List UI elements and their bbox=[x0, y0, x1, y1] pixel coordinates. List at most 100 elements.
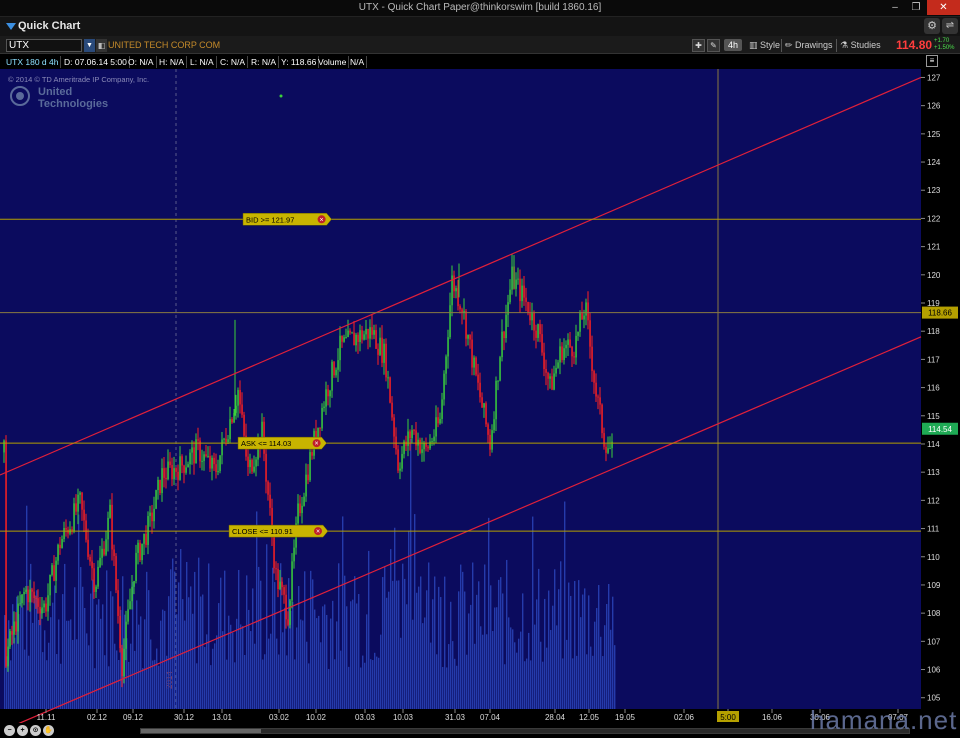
drawings-icon: ✏ bbox=[785, 40, 796, 50]
volume-bar bbox=[456, 665, 458, 709]
volume-bar bbox=[508, 617, 510, 709]
scrollbar-thumb[interactable] bbox=[141, 729, 261, 733]
volume-bar bbox=[98, 599, 100, 709]
candle-body bbox=[35, 598, 37, 600]
candle-body bbox=[509, 289, 511, 303]
volume-bar bbox=[234, 662, 236, 709]
price-chart[interactable]: 2014 118.66 114.54 BID >= 121.97 × ASK <= 11… bbox=[0, 69, 960, 738]
symbol-input[interactable]: UTX bbox=[6, 39, 82, 52]
cancel-order-glyph: × bbox=[315, 441, 319, 448]
gear-icon[interactable]: ⚙ bbox=[924, 18, 940, 34]
candle-body bbox=[117, 590, 119, 616]
change-percent: +1.50% bbox=[934, 45, 955, 51]
drawings-label: Drawings bbox=[795, 40, 833, 50]
timeframe-badge[interactable]: 4h bbox=[724, 39, 742, 51]
candle-body bbox=[563, 348, 565, 361]
volume-bar bbox=[562, 658, 564, 709]
link-icon[interactable]: ⇌ bbox=[942, 18, 958, 34]
volume-bar bbox=[68, 620, 70, 709]
volume-bar bbox=[526, 658, 528, 709]
studies-icon: ⚗ bbox=[840, 40, 851, 50]
candle-body bbox=[409, 431, 411, 439]
cancel-order-glyph: × bbox=[320, 217, 324, 224]
candle-body bbox=[97, 566, 99, 587]
volume-bar bbox=[238, 569, 240, 709]
volume-bar bbox=[384, 566, 386, 709]
candle-body bbox=[435, 417, 437, 437]
volume-bar bbox=[152, 660, 154, 709]
volume-bar bbox=[448, 644, 450, 709]
volume-bar bbox=[328, 668, 330, 709]
candle-body bbox=[45, 603, 47, 612]
volume-bar bbox=[576, 655, 578, 709]
volume-bar bbox=[460, 564, 462, 709]
volume-bar bbox=[394, 527, 396, 709]
candle-body bbox=[203, 454, 205, 461]
volume-bar bbox=[246, 575, 248, 709]
candle-body bbox=[191, 447, 193, 453]
candle-body bbox=[497, 380, 499, 382]
volume-bar bbox=[34, 595, 36, 709]
studies-button[interactable]: ⚗ Studies bbox=[840, 39, 881, 52]
volume-bar bbox=[116, 650, 118, 709]
drawings-button[interactable]: ✏ Drawings bbox=[785, 39, 833, 52]
volume-bar bbox=[344, 575, 346, 709]
candle-body bbox=[223, 438, 225, 440]
candle-body bbox=[181, 456, 183, 466]
volume-bar bbox=[26, 505, 28, 709]
candle-body bbox=[15, 621, 17, 632]
close-button[interactable]: ✕ bbox=[927, 0, 960, 15]
candle-body bbox=[87, 539, 89, 557]
candle-body bbox=[153, 508, 155, 522]
volume-bar bbox=[532, 516, 534, 709]
volume-bar bbox=[438, 586, 440, 709]
candle-body bbox=[105, 539, 107, 555]
candle-body bbox=[59, 544, 61, 548]
symbol-dropdown-icon[interactable]: ▼ bbox=[84, 39, 95, 52]
volume-bar bbox=[262, 659, 264, 709]
date-axis-label: 02.06 bbox=[674, 713, 695, 722]
volume-bar bbox=[530, 660, 532, 709]
candle-body bbox=[225, 438, 227, 443]
volume-bar bbox=[564, 501, 566, 709]
volume-bar bbox=[60, 663, 62, 709]
date-axis-label: 02.12 bbox=[87, 713, 108, 722]
candle-body bbox=[119, 615, 121, 649]
change-absolute: +1.70 bbox=[934, 38, 950, 44]
maximize-button[interactable]: ❐ bbox=[906, 0, 926, 15]
order-level-label: ASK <= 114.03 bbox=[241, 439, 291, 448]
volume-bar bbox=[52, 602, 54, 709]
candle-body bbox=[453, 275, 455, 292]
symbol-link-icon[interactable]: ◧ bbox=[96, 39, 107, 52]
chart-canvas[interactable]: 2014 118.66114.54BID >= 121.97 ×ASK <= 11… bbox=[0, 69, 960, 738]
time-scrollbar[interactable] bbox=[140, 728, 910, 734]
candle-body bbox=[75, 503, 77, 512]
collapse-triangle-icon[interactable] bbox=[6, 21, 16, 31]
pencil-icon[interactable]: ✎ bbox=[707, 39, 720, 52]
zoom-out-icon[interactable]: − bbox=[4, 725, 15, 736]
zoom-in-icon[interactable]: + bbox=[17, 725, 28, 736]
candle-body bbox=[169, 461, 171, 466]
crosshair-icon[interactable]: ✚ bbox=[692, 39, 705, 52]
candle-body bbox=[389, 377, 391, 403]
zoom-fit-icon[interactable]: ⊙ bbox=[30, 725, 41, 736]
volume-bar bbox=[342, 516, 344, 709]
candle-body bbox=[159, 479, 161, 494]
minimize-button[interactable]: – bbox=[885, 0, 905, 15]
candle-body bbox=[473, 357, 475, 368]
volume-bar bbox=[118, 660, 120, 709]
pan-icon[interactable]: ✋ bbox=[43, 725, 54, 736]
style-button[interactable]: ▥ Style bbox=[749, 39, 780, 52]
volume-bar bbox=[428, 562, 430, 709]
volume-bar bbox=[536, 599, 538, 709]
candle-body bbox=[277, 568, 279, 590]
volume-bar bbox=[592, 655, 594, 709]
volume-bar bbox=[474, 643, 476, 709]
chart-settings-icon[interactable]: ≡ bbox=[926, 55, 938, 67]
volume-bar bbox=[92, 579, 94, 709]
candle-body bbox=[581, 312, 583, 320]
volume-bar bbox=[340, 650, 342, 709]
candle-body bbox=[401, 453, 403, 469]
candle-body bbox=[351, 332, 353, 334]
price-axis-label: 125 bbox=[927, 130, 941, 139]
